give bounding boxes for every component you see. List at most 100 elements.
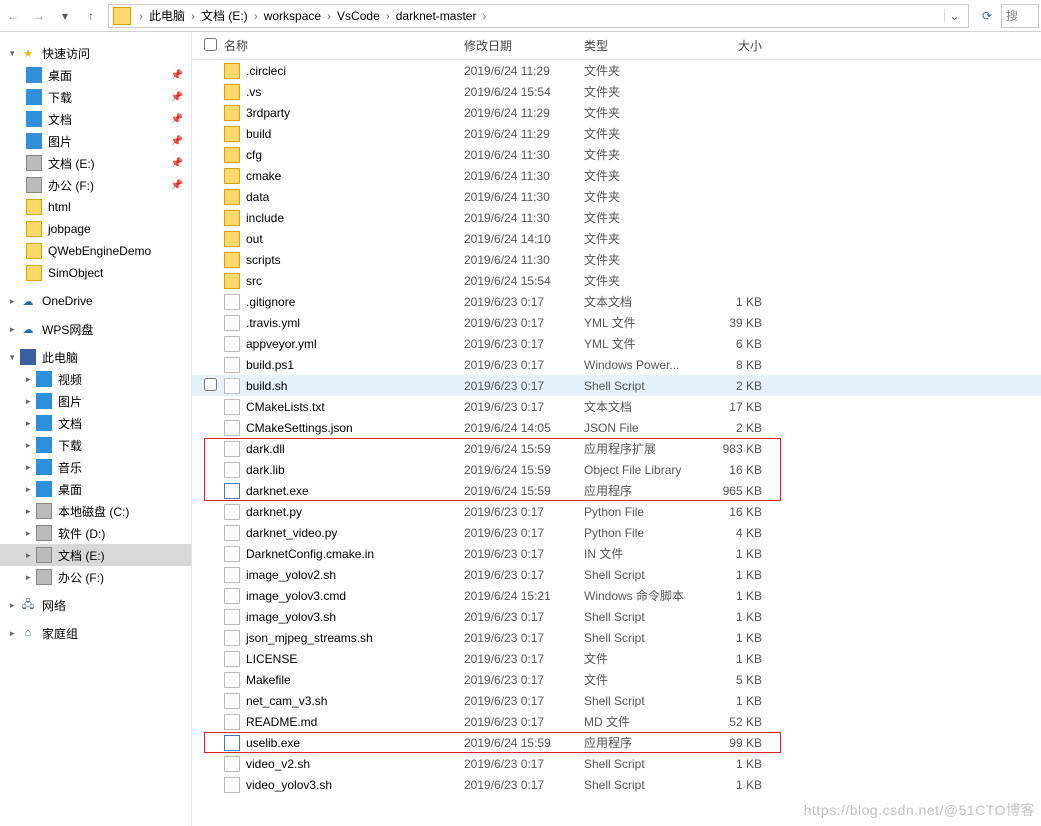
- search-input[interactable]: 搜索": [1001, 4, 1039, 28]
- table-row[interactable]: 3rdparty2019/6/24 11:29文件夹: [192, 102, 1041, 123]
- chevron-right-icon[interactable]: ▸: [26, 440, 36, 451]
- table-row[interactable]: image_yolov2.sh2019/6/23 0:17Shell Scrip…: [192, 564, 1041, 585]
- chevron-right-icon[interactable]: ›: [323, 9, 335, 23]
- table-row[interactable]: CMakeLists.txt2019/6/23 0:17文本文档17 KB: [192, 396, 1041, 417]
- chevron-right-icon[interactable]: ›: [382, 9, 394, 23]
- table-row[interactable]: Makefile2019/6/23 0:17文件5 KB: [192, 669, 1041, 690]
- sidebar-item[interactable]: SimObject: [0, 262, 191, 284]
- table-row[interactable]: include2019/6/24 11:30文件夹: [192, 207, 1041, 228]
- table-row[interactable]: darknet_video.py2019/6/23 0:17Python Fil…: [192, 522, 1041, 543]
- sidebar-item[interactable]: jobpage: [0, 218, 191, 240]
- wps-item[interactable]: ▸ ☁ WPS网盘: [0, 318, 191, 340]
- sidebar-item[interactable]: ▸文档: [0, 412, 191, 434]
- table-row[interactable]: image_yolov3.cmd2019/6/24 15:21Windows 命…: [192, 585, 1041, 606]
- sidebar-item[interactable]: ▸软件 (D:): [0, 522, 191, 544]
- table-row[interactable]: README.md2019/6/23 0:17MD 文件52 KB: [192, 711, 1041, 732]
- breadcrumb-seg[interactable]: workspace: [262, 9, 323, 23]
- chevron-right-icon[interactable]: ›: [250, 9, 262, 23]
- table-row[interactable]: .vs2019/6/24 15:54文件夹: [192, 81, 1041, 102]
- chevron-right-icon[interactable]: ▸: [26, 572, 36, 583]
- sidebar-item[interactable]: ▸文档 (E:): [0, 544, 191, 566]
- table-row[interactable]: video_v2.sh2019/6/23 0:17Shell Script1 K…: [192, 753, 1041, 774]
- quick-access-header[interactable]: ▾ ★ 快速访问: [0, 42, 191, 64]
- table-row[interactable]: build.sh2019/6/23 0:17Shell Script2 KB: [192, 375, 1041, 396]
- table-row[interactable]: data2019/6/24 11:30文件夹: [192, 186, 1041, 207]
- table-row[interactable]: .travis.yml2019/6/23 0:17YML 文件39 KB: [192, 312, 1041, 333]
- table-row[interactable]: DarknetConfig.cmake.in2019/6/23 0:17IN 文…: [192, 543, 1041, 564]
- table-row[interactable]: json_mjpeg_streams.sh2019/6/23 0:17Shell…: [192, 627, 1041, 648]
- breadcrumb-seg[interactable]: 此电脑: [147, 7, 187, 24]
- column-header-name[interactable]: 名称: [224, 37, 464, 54]
- chevron-right-icon[interactable]: ▸: [10, 296, 20, 307]
- table-row[interactable]: scripts2019/6/24 11:30文件夹: [192, 249, 1041, 270]
- row-checkbox[interactable]: [204, 378, 224, 394]
- sidebar-item[interactable]: 文档📌: [0, 108, 191, 130]
- breadcrumb-dropdown[interactable]: ⌄: [944, 9, 964, 23]
- network-item[interactable]: ▸ 🖧 网络: [0, 594, 191, 616]
- breadcrumb[interactable]: › 此电脑 › 文档 (E:) › workspace › VsCode › d…: [108, 4, 969, 28]
- sidebar-item[interactable]: ▸本地磁盘 (C:): [0, 500, 191, 522]
- table-row[interactable]: darknet.exe2019/6/24 15:59应用程序965 KB: [192, 480, 1041, 501]
- sidebar-item[interactable]: 文档 (E:)📌: [0, 152, 191, 174]
- chevron-right-icon[interactable]: ▸: [26, 528, 36, 539]
- chevron-right-icon[interactable]: ▸: [10, 628, 20, 639]
- chevron-right-icon[interactable]: ▸: [10, 324, 20, 335]
- sidebar-item[interactable]: 图片📌: [0, 130, 191, 152]
- table-row[interactable]: build.ps12019/6/23 0:17Windows Power...8…: [192, 354, 1041, 375]
- table-row[interactable]: image_yolov3.sh2019/6/23 0:17Shell Scrip…: [192, 606, 1041, 627]
- table-row[interactable]: appveyor.yml2019/6/23 0:17YML 文件6 KB: [192, 333, 1041, 354]
- table-row[interactable]: uselib.exe2019/6/24 15:59应用程序99 KB: [192, 732, 1041, 753]
- column-header-type[interactable]: 类型: [584, 37, 702, 54]
- table-row[interactable]: src2019/6/24 15:54文件夹: [192, 270, 1041, 291]
- select-all-checkbox[interactable]: [204, 38, 224, 54]
- chevron-right-icon[interactable]: ›: [135, 9, 147, 23]
- table-row[interactable]: dark.lib2019/6/24 15:59Object File Libra…: [192, 459, 1041, 480]
- sidebar-item[interactable]: ▸下载: [0, 434, 191, 456]
- table-row[interactable]: net_cam_v3.sh2019/6/23 0:17Shell Script1…: [192, 690, 1041, 711]
- table-row[interactable]: dark.dll2019/6/24 15:59应用程序扩展983 KB: [192, 438, 1041, 459]
- chevron-right-icon[interactable]: ▸: [26, 374, 36, 385]
- sidebar-item[interactable]: ▸桌面: [0, 478, 191, 500]
- sidebar-item[interactable]: html: [0, 196, 191, 218]
- table-row[interactable]: .gitignore2019/6/23 0:17文本文档1 KB: [192, 291, 1041, 312]
- sidebar-item[interactable]: QWebEngineDemo: [0, 240, 191, 262]
- chevron-right-icon[interactable]: ▸: [26, 462, 36, 473]
- breadcrumb-seg[interactable]: darknet-master: [394, 9, 479, 23]
- chevron-down-icon[interactable]: ▾: [10, 352, 20, 363]
- onedrive-item[interactable]: ▸ ☁ OneDrive: [0, 290, 191, 312]
- table-row[interactable]: cfg2019/6/24 11:30文件夹: [192, 144, 1041, 165]
- chevron-down-icon[interactable]: ▾: [10, 48, 20, 59]
- breadcrumb-seg[interactable]: VsCode: [335, 9, 382, 23]
- chevron-right-icon[interactable]: ›: [478, 9, 490, 23]
- sidebar-item[interactable]: 下载📌: [0, 86, 191, 108]
- table-row[interactable]: cmake2019/6/24 11:30文件夹: [192, 165, 1041, 186]
- table-row[interactable]: video_yolov3.sh2019/6/23 0:17Shell Scrip…: [192, 774, 1041, 795]
- chevron-right-icon[interactable]: ▸: [26, 550, 36, 561]
- homegroup-item[interactable]: ▸ ⌂ 家庭组: [0, 622, 191, 644]
- column-header-size[interactable]: 大小: [702, 37, 772, 54]
- sidebar-item[interactable]: 办公 (F:)📌: [0, 174, 191, 196]
- up-button[interactable]: ↑: [78, 3, 104, 29]
- file-list[interactable]: .circleci2019/6/24 11:29文件夹.vs2019/6/24 …: [192, 60, 1041, 826]
- navigation-pane[interactable]: ▾ ★ 快速访问 桌面📌下载📌文档📌图片📌文档 (E:)📌办公 (F:)📌htm…: [0, 32, 192, 826]
- table-row[interactable]: LICENSE2019/6/23 0:17文件1 KB: [192, 648, 1041, 669]
- sidebar-item[interactable]: ▸视频: [0, 368, 191, 390]
- table-row[interactable]: out2019/6/24 14:10文件夹: [192, 228, 1041, 249]
- sidebar-item[interactable]: ▸办公 (F:): [0, 566, 191, 588]
- chevron-right-icon[interactable]: ▸: [26, 418, 36, 429]
- table-row[interactable]: build2019/6/24 11:29文件夹: [192, 123, 1041, 144]
- this-pc-header[interactable]: ▾ 此电脑: [0, 346, 191, 368]
- sidebar-item[interactable]: ▸图片: [0, 390, 191, 412]
- chevron-right-icon[interactable]: ▸: [10, 600, 20, 611]
- sidebar-item[interactable]: 桌面📌: [0, 64, 191, 86]
- sidebar-item[interactable]: ▸音乐: [0, 456, 191, 478]
- chevron-right-icon[interactable]: ▸: [26, 506, 36, 517]
- chevron-right-icon[interactable]: ▸: [26, 484, 36, 495]
- chevron-right-icon[interactable]: ▸: [26, 396, 36, 407]
- recent-locations-button[interactable]: ▾: [52, 3, 78, 29]
- chevron-right-icon[interactable]: ›: [187, 9, 199, 23]
- refresh-button[interactable]: ⟳: [973, 9, 1001, 23]
- table-row[interactable]: .circleci2019/6/24 11:29文件夹: [192, 60, 1041, 81]
- back-button[interactable]: ←: [0, 3, 26, 29]
- forward-button[interactable]: →: [26, 3, 52, 29]
